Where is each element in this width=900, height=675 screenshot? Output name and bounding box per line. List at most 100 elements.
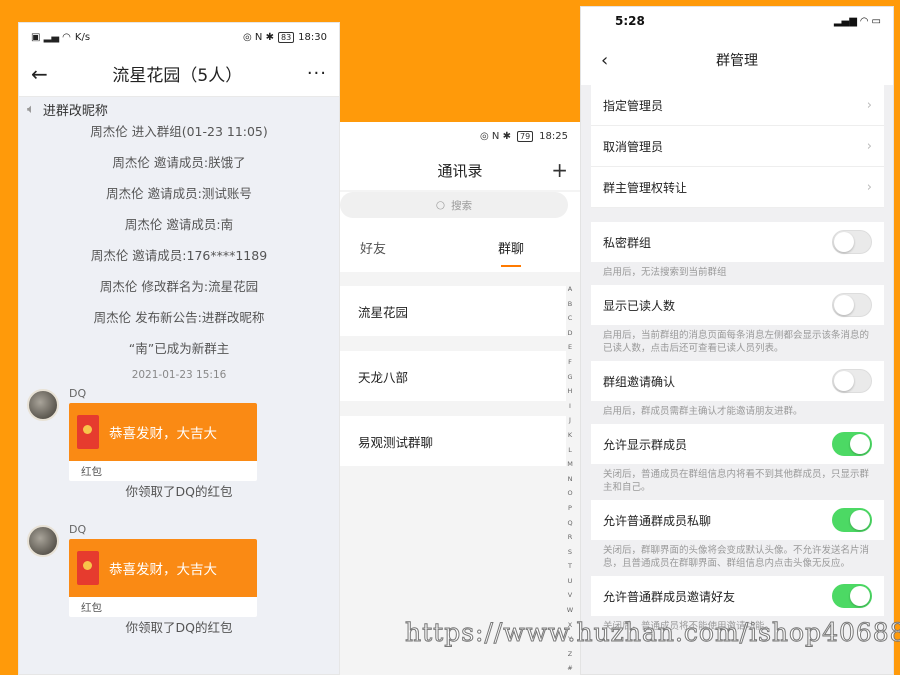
system-message: 周杰伦 邀请成员:176****1189 xyxy=(19,239,339,270)
group-list: 流星花园天龙八部易观测试群聊 xyxy=(340,286,566,481)
index-letter[interactable]: C xyxy=(568,311,573,326)
chat-title: 流星花园（5人） xyxy=(112,66,243,86)
toggle-switch[interactable] xyxy=(832,584,872,608)
status-time: 18:30 xyxy=(298,31,327,43)
system-message: 周杰伦 邀请成员:朕饿了 xyxy=(19,146,339,177)
index-letter[interactable]: V xyxy=(568,588,572,603)
system-message-list: 周杰伦 进入群组(01-23 11:05) 周杰伦 邀请成员:朕饿了 周杰伦 邀请成… xyxy=(19,115,339,363)
index-letter[interactable]: M xyxy=(567,457,573,472)
toggle-row: 群组邀请确认 xyxy=(591,361,884,401)
message-timestamp: 2021-01-23 15:16 xyxy=(131,369,227,381)
index-letter[interactable]: G xyxy=(567,370,572,385)
toggle-label: 群组邀请确认 xyxy=(603,374,676,389)
group-name: 易观测试群聊 xyxy=(358,434,434,450)
group-name: 天龙八部 xyxy=(358,369,409,385)
status-bar: 5:28 ▂▄▆ ◠ ▭ xyxy=(581,7,893,35)
index-letter[interactable]: H xyxy=(568,384,573,399)
index-letter[interactable]: P xyxy=(568,501,572,516)
toggle-hint: 关闭后，普通成员在群组信息内将看不到其他群成员，只显示群主和自己。 xyxy=(591,464,884,500)
settings-link-row[interactable]: 群主管理权转让 › xyxy=(591,167,884,208)
page-title: 通讯录 xyxy=(437,161,483,180)
system-message-text: 周杰伦 邀请成员:测试账号 xyxy=(106,186,252,201)
group-list-item[interactable]: 易观测试群聊 xyxy=(340,416,566,466)
status-icons: ▂▄▆ ◠ ▭ xyxy=(833,15,881,27)
system-message-text: 周杰伦 发布新公告:进群改昵称 xyxy=(93,310,265,325)
chat-screen: ▣ ▂▄ ◠ K/s ◎ N ✱ 83 18:30 ← 流星花园（5人） ··· 🔈︎… xyxy=(18,22,340,675)
toggle-row: 允许显示群成员 xyxy=(591,424,884,464)
group-list-item[interactable]: 流星花园 xyxy=(340,286,566,336)
toggle-switch[interactable] xyxy=(832,508,872,532)
red-packet-label: 红包 xyxy=(81,465,102,478)
back-chevron-icon[interactable]: ‹ xyxy=(601,50,608,71)
index-letter[interactable]: J xyxy=(569,413,571,428)
chevron-right-icon: › xyxy=(866,97,872,113)
status-bar: ▣ ▂▄ ◠ K/s ◎ N ✱ 83 18:30 xyxy=(19,23,339,51)
index-letter[interactable]: I xyxy=(569,399,571,414)
red-envelope-icon xyxy=(77,415,99,449)
red-packet-label: 红包 xyxy=(81,601,102,614)
index-letter[interactable]: K xyxy=(568,428,572,443)
signal-icon: ▣ ▂▄ ◠ xyxy=(31,31,71,43)
system-message-text: 周杰伦 进入群组(01-23 11:05) xyxy=(90,124,268,139)
index-letter[interactable]: E xyxy=(568,340,572,355)
index-letter[interactable]: S xyxy=(568,545,572,560)
toggle-switch[interactable] xyxy=(832,293,872,317)
sender-name: DQ xyxy=(69,387,87,400)
settings-link-label: 群主管理权转让 xyxy=(603,180,688,195)
toggle-switch[interactable] xyxy=(832,230,872,254)
index-letter[interactable]: B xyxy=(568,297,572,312)
watermark: https://www.huzhan.com/ishop40688 xyxy=(405,618,900,648)
red-packet-message: DQ 恭喜发财，大吉大红包 xyxy=(19,387,339,489)
avatar[interactable] xyxy=(27,389,59,421)
system-message: 周杰伦 邀请成员:测试账号 xyxy=(19,177,339,208)
avatar[interactable] xyxy=(27,525,59,557)
index-letter[interactable]: F xyxy=(568,355,572,370)
red-packet-body: 恭喜发财，大吉大 xyxy=(69,539,257,597)
settings-link-row[interactable]: 指定管理员 › xyxy=(591,85,884,126)
settings-link-row[interactable]: 取消管理员 › xyxy=(591,126,884,167)
battery-level: 79 xyxy=(516,130,534,142)
status-time: 18:25 xyxy=(539,130,568,142)
status-icons: ◎ N ✱ xyxy=(243,31,274,43)
search-input[interactable]: ○ 搜索 xyxy=(340,192,568,218)
red-packet-card[interactable]: 恭喜发财，大吉大红包 xyxy=(69,403,257,481)
toggle-switch[interactable] xyxy=(832,432,872,456)
battery-level: 83 xyxy=(277,31,295,43)
index-letter[interactable]: U xyxy=(568,574,573,589)
index-letter[interactable]: Q xyxy=(567,516,572,531)
index-letter[interactable]: A xyxy=(568,282,572,297)
alphabet-index[interactable]: A B C D E F G H I J K L M N O P Q R S T U V W X Y Z # xyxy=(564,282,576,675)
back-arrow-icon[interactable]: ← xyxy=(31,62,48,86)
tab-groups[interactable]: 群聊 xyxy=(498,238,524,267)
toggle-settings: 私密群组 启用后，无法搜索到当前群组 显示已读人数 启用后，当前群组的消息页面每条消息… xyxy=(591,222,884,639)
add-icon[interactable]: + xyxy=(551,158,568,182)
index-letter[interactable]: L xyxy=(568,443,572,458)
index-letter[interactable]: O xyxy=(567,486,572,501)
status-icons: ◎ N ✱ xyxy=(480,130,511,142)
group-list-item[interactable]: 天龙八部 xyxy=(340,351,566,401)
index-letter[interactable]: D xyxy=(567,326,572,341)
system-message: 周杰伦 邀请成员:南 xyxy=(19,208,339,239)
tab-friends[interactable]: 好友 xyxy=(360,238,386,257)
admin-links: 指定管理员 › 取消管理员 › 群主管理权转让 › xyxy=(591,85,884,208)
toggle-label: 私密群组 xyxy=(603,235,652,250)
toggle-switch[interactable] xyxy=(832,369,872,393)
chevron-right-icon: › xyxy=(866,179,872,195)
index-letter[interactable]: # xyxy=(567,661,572,675)
red-packet-message: DQ 恭喜发财，大吉大 红包 xyxy=(19,523,339,625)
message-list: DQ 恭喜发财，大吉大 红包 你领取了DQ的红包 DQ 恭喜发财，大吉大 红包 你领取了DQ的… xyxy=(19,387,339,637)
index-letter[interactable]: Z xyxy=(568,647,572,662)
index-letter[interactable]: R xyxy=(568,530,573,545)
index-letter[interactable]: W xyxy=(567,603,573,618)
toggle-hint: 启用后，群成员需群主确认才能邀请朋友进群。 xyxy=(591,401,884,424)
index-letter[interactable]: N xyxy=(568,472,573,487)
toggle-row: 允许普通群成员私聊 xyxy=(591,500,884,540)
system-message: “南”已成为新群主 xyxy=(19,332,339,363)
red-packet-card[interactable]: 恭喜发财，大吉大红包 xyxy=(69,539,257,617)
red-packet-text: 恭喜发财，大吉大 xyxy=(109,426,217,442)
system-message-text: “南”已成为新群主 xyxy=(128,341,230,356)
more-icon[interactable]: ··· xyxy=(307,63,327,84)
index-letter[interactable]: T xyxy=(568,559,572,574)
system-message: 周杰伦 进入群组(01-23 11:05) xyxy=(19,115,339,146)
